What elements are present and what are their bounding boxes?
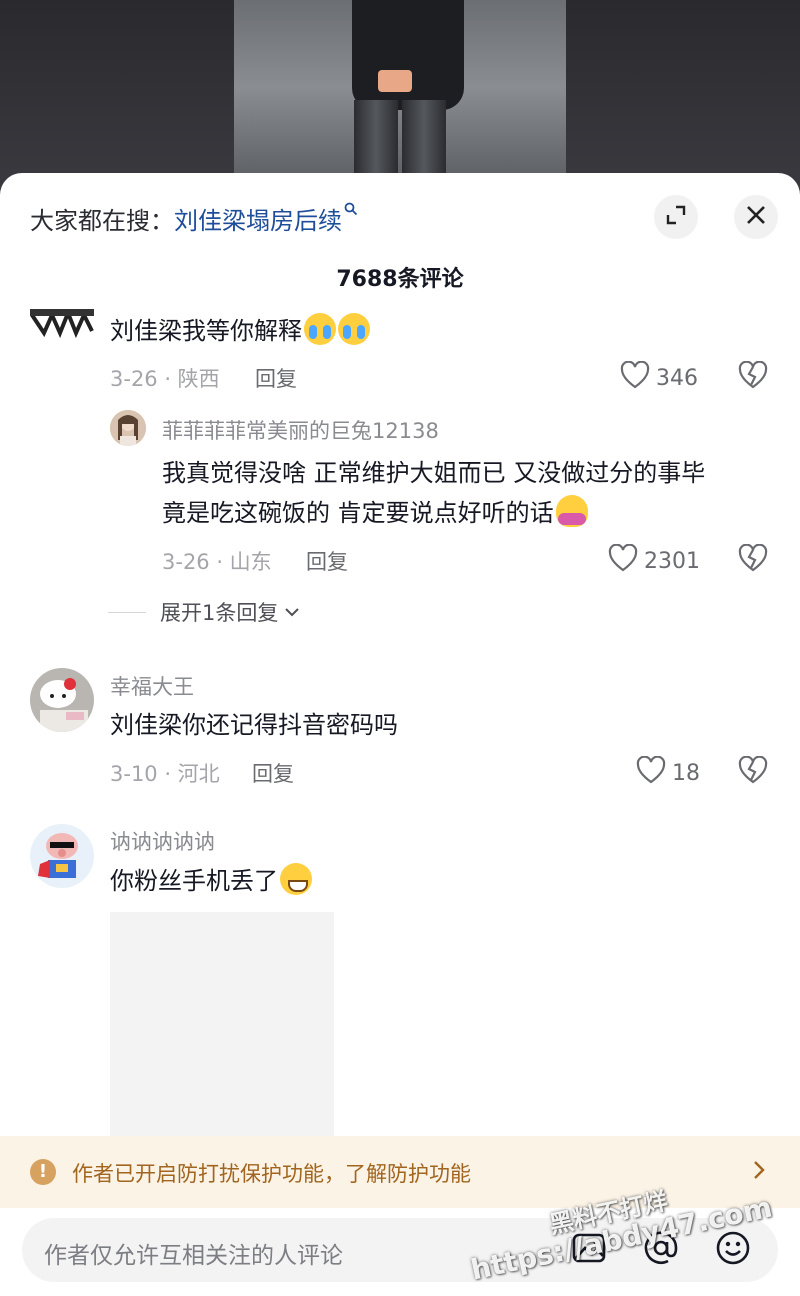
reply-button[interactable]: 回复 [306,546,348,576]
avatar[interactable] [110,410,146,446]
avatar[interactable] [30,824,94,888]
phone-in-hand [378,70,412,92]
person-coat [352,0,464,110]
comment-date-location: 3-10 · 河北 [110,762,220,786]
crying-emoji-icon [304,313,336,345]
heart-icon [620,360,656,395]
reply-text: 我真觉得没啥 正常维护大姐而已 又没做过分的事毕 竟是吃这碗饭的 肯定要说点好听… [162,459,706,527]
like-count: 346 [656,365,698,391]
banner-text: 作者已开启防打扰保护功能，了解防护功能 [72,1162,471,1186]
comment-input-placeholder: 作者仅允许互相关注的人评论 [44,1243,343,1269]
dislike-button[interactable] [738,755,768,788]
comment-sheet: 大家都在搜：刘佳梁塌房后续 7688条评论 刘佳梁我等你解释 3-26 · 陕西… [0,173,800,1296]
expand-replies-label: 展开1条回复 [160,601,279,625]
anti-harassment-banner[interactable]: ! 作者已开启防打扰保护功能，了解防护功能 [0,1136,800,1208]
close-icon [745,204,767,230]
warning-icon: ! [30,1159,56,1185]
reply-button[interactable]: 回复 [252,758,294,788]
comment-username[interactable]: 讷讷讷讷讷 [110,826,215,856]
like-count: 2301 [644,548,700,574]
crying-emoji-icon [338,313,370,345]
like-button[interactable]: 346 [620,360,698,395]
dislike-icon [738,543,768,576]
grin-emoji-icon [280,863,312,895]
reply-button[interactable]: 回复 [255,363,297,393]
person-leg [354,100,398,175]
comment-username[interactable]: 幸福大王 [110,671,194,701]
comment-text: 你粉丝手机丢了 [110,861,312,901]
dislike-button[interactable] [738,543,768,576]
comment-image[interactable] [110,912,334,1142]
comment-count: 7688条评论 [336,267,464,292]
reply-username[interactable]: 菲菲菲菲常美丽的巨兔12138 [162,415,439,445]
comment-text: 刘佳梁我等你解释 [110,311,370,351]
comment-date-location: 3-26 · 陕西 [110,367,220,391]
video-thumbnail[interactable] [234,0,566,175]
dislike-icon [738,360,768,393]
emoji-icon [716,1231,750,1269]
expand-replies-button[interactable]: 展开1条回复 [108,597,300,627]
like-button[interactable]: 18 [636,755,700,790]
reply-date-location: 3-26 · 山东 [162,550,272,574]
close-button[interactable] [734,195,778,239]
chevron-right-icon [752,1158,766,1186]
hug-emoji-icon [555,495,588,527]
avatar[interactable] [30,309,94,339]
search-icon [344,201,358,220]
dislike-icon [738,755,768,788]
hot-search-query-link[interactable]: 刘佳梁塌房后续 [174,207,342,235]
like-count: 18 [672,760,700,786]
avatar[interactable] [30,668,94,732]
expand-icon [665,204,687,230]
chevron-down-icon [284,603,300,622]
dislike-button[interactable] [738,360,768,393]
emoji-button[interactable] [714,1231,752,1269]
expand-button[interactable] [654,195,698,239]
heart-icon [636,755,672,790]
like-button[interactable]: 2301 [608,543,700,578]
comment-text: 刘佳梁你还记得抖音密码吗 [110,711,398,739]
hot-search-bar[interactable]: 大家都在搜：刘佳梁塌房后续 [30,201,358,236]
heart-icon [608,543,644,578]
hot-search-prefix: 大家都在搜： [30,207,174,235]
divider [108,611,146,613]
person-leg [402,100,446,175]
